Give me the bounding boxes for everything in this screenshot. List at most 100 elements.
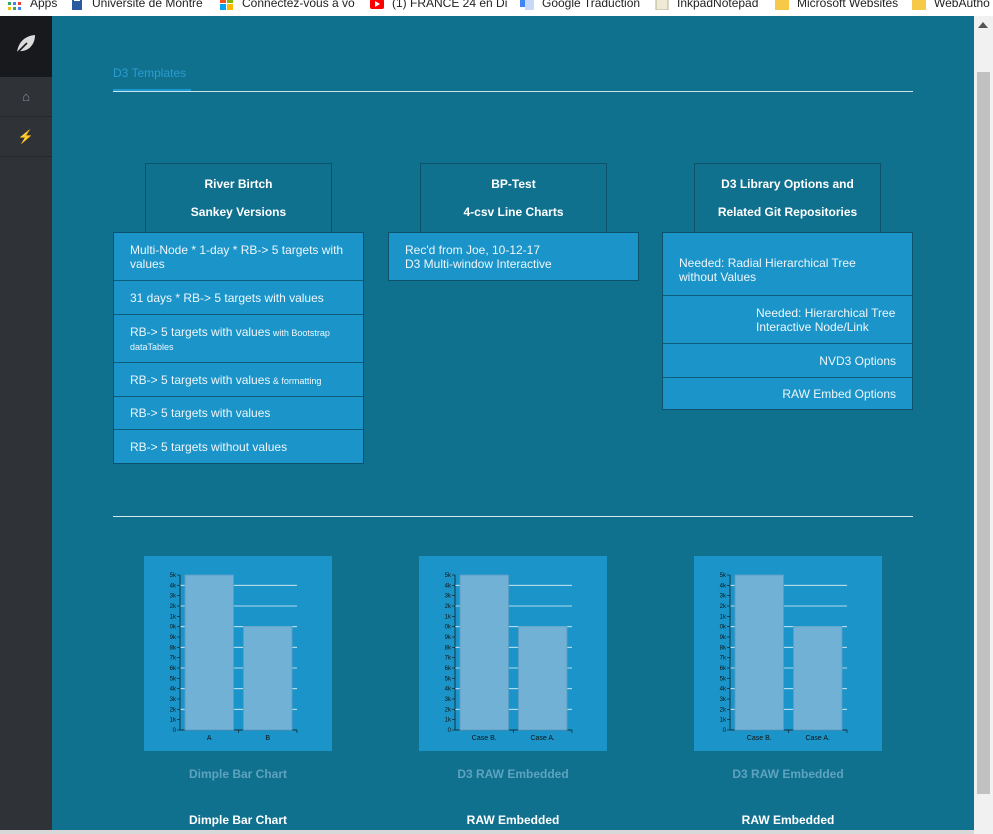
bookmark-france24[interactable]: (1) FRANCE 24 en Di xyxy=(370,0,507,10)
list-item[interactable]: NVD3 Options xyxy=(663,344,912,378)
y-tick-label: 7k xyxy=(445,656,452,662)
bar-chart-svg: 0 1k 2k 3k 4k 5k 6k 7k 8k 9k 0k 1k 2k 3k 4k 5k A B xyxy=(170,573,298,742)
thumbnail-link[interactable]: Dimple Bar Chart xyxy=(144,813,332,827)
list-item[interactable]: RB-> 5 targets with values with Bootstra… xyxy=(114,315,363,363)
dimple-bar-chart-thumbnail[interactable]: 0 1k 2k 3k 4k 5k 6k 7k 8k 9k 0k 1k 2k 3k 4k 5k A B xyxy=(144,556,332,751)
translate-icon xyxy=(520,0,534,10)
y-tick-label: 5k xyxy=(170,573,177,579)
app-logo[interactable] xyxy=(0,16,52,77)
bolt-icon: ⚡ xyxy=(17,128,35,144)
y-tick-label: 8k xyxy=(445,645,452,651)
y-tick-label: 3k xyxy=(445,594,452,600)
item-text: Needed: Hierarchical Tree Interactive No… xyxy=(756,305,896,334)
list-item[interactable]: Multi-Node * 1-day * RB-> 5 targets with… xyxy=(114,233,363,281)
list-item[interactable]: 31 days * RB-> 5 targets with values xyxy=(114,281,363,315)
y-tick-label: 7k xyxy=(720,656,727,662)
bar xyxy=(793,626,843,731)
list-item[interactable]: RB-> 5 targets without values xyxy=(114,430,363,463)
item-text: D3 Multi-window Interactive xyxy=(405,256,552,271)
bar xyxy=(734,574,784,731)
tab-d3-templates[interactable]: D3 Templates xyxy=(113,66,191,92)
y-tick-label: 4k xyxy=(170,687,177,693)
y-tick-label: 2k xyxy=(170,707,177,713)
y-tick-label: 2k xyxy=(720,604,727,610)
app-sidebar: ⌂ ⚡ xyxy=(0,16,52,834)
tab-underline xyxy=(113,91,913,92)
x-tick-label: B xyxy=(265,735,270,742)
y-tick-label: 5k xyxy=(170,676,177,682)
bookmark-label: Université de Montré xyxy=(92,0,203,10)
card-title-line: BP-Test xyxy=(491,177,536,191)
item-text: NVD3 Options xyxy=(819,353,896,368)
item-text: Needed: Radial Hierarchical Tree without… xyxy=(679,256,856,284)
y-tick-label: 5k xyxy=(445,676,452,682)
y-tick-label: 9k xyxy=(170,635,177,641)
item-text: RB-> 5 targets with values & formatting xyxy=(130,373,321,387)
bookmark-label: Microsoft Websites xyxy=(797,0,899,10)
card-bp-test-header: BP-Test 4-csv Line Charts xyxy=(420,163,607,233)
folder-icon xyxy=(912,0,926,10)
bar-chart-svg: 0 1k 2k 3k 4k 5k 6k 7k 8k 9k 0k 1k 2k 3k 4k 5k Case B. Ca… xyxy=(445,573,573,742)
y-tick-label: 1k xyxy=(445,614,452,620)
list-item[interactable]: RAW Embed Options xyxy=(663,378,912,409)
item-text: RB-> 5 targets without values xyxy=(130,439,288,454)
scroll-up-icon[interactable] xyxy=(978,22,988,28)
y-tick-label: 2k xyxy=(170,604,177,610)
list-item[interactable]: Rec'd from Joe, 10-12-17 D3 Multi-window… xyxy=(389,233,638,280)
y-tick-label: 6k xyxy=(720,666,727,672)
bookmark-inkpad[interactable]: InkpadNotepad xyxy=(655,0,758,10)
apps-grid-icon xyxy=(8,0,22,10)
bookmark-label: Connectez-vous à vo xyxy=(242,0,355,10)
y-tick-label: 0k xyxy=(445,625,452,631)
y-tick-label: 4k xyxy=(720,687,727,693)
section-divider xyxy=(113,516,913,517)
y-tick-label: 1k xyxy=(170,614,177,620)
y-tick-label: 5k xyxy=(445,573,452,579)
folder-icon xyxy=(775,0,789,10)
bookmark-apps[interactable]: Apps xyxy=(8,0,57,10)
thumbnail-link[interactable]: RAW Embedded xyxy=(419,813,607,827)
bookmark-connectez[interactable]: Connectez-vous à vo xyxy=(220,0,355,10)
river-birtch-list: Multi-Node * 1-day * RB-> 5 targets with… xyxy=(113,232,364,464)
vertical-scrollbar[interactable] xyxy=(974,16,993,834)
y-tick-label: 1k xyxy=(170,718,177,724)
y-tick-label: 4k xyxy=(445,583,452,589)
y-tick-label: 2k xyxy=(445,707,452,713)
y-tick-label: 8k xyxy=(720,645,727,651)
y-tick-label: 0 xyxy=(173,728,177,734)
y-tick-label: 6k xyxy=(445,666,452,672)
sidebar-item-home[interactable]: ⌂ xyxy=(0,77,52,117)
y-tick-label: 0 xyxy=(723,728,727,734)
raw-embedded-thumbnail[interactable]: 0 1k 2k 3k 4k 5k 6k 7k 8k 9k 0k 1k 2k 3k 4k 5k Case B. Ca… xyxy=(694,556,882,751)
bookmark-universite[interactable]: Université de Montré xyxy=(70,0,203,10)
raw-embedded-thumbnail[interactable]: 0 1k 2k 3k 4k 5k 6k 7k 8k 9k 0k 1k 2k 3k 4k 5k Case B. Ca… xyxy=(419,556,607,751)
card-d3-library-header: D3 Library Options and Related Git Repos… xyxy=(694,163,881,233)
y-tick-label: 7k xyxy=(170,656,177,662)
x-tick-label: A xyxy=(207,735,212,742)
list-item[interactable]: RB-> 5 targets with values & formatting xyxy=(114,363,363,397)
y-tick-label: 5k xyxy=(720,573,727,579)
windows-icon xyxy=(220,0,234,10)
list-item[interactable]: Needed: Radial Hierarchical Tree without… xyxy=(663,233,912,296)
y-tick-label: 0 xyxy=(448,728,452,734)
leaf-icon xyxy=(14,33,38,60)
list-item[interactable]: Needed: Hierarchical Tree Interactive No… xyxy=(663,296,912,344)
bookmark-label: Apps xyxy=(30,0,58,10)
thumbnail-caption: D3 RAW Embedded xyxy=(457,767,569,781)
x-tick-label: Case B. xyxy=(747,735,772,742)
bookmark-microsoft[interactable]: Microsoft Websites xyxy=(775,0,898,10)
bookmark-webautho[interactable]: WebAutho xyxy=(912,0,990,10)
sidebar-item-bolt[interactable]: ⚡ xyxy=(0,117,52,157)
bar xyxy=(184,574,234,731)
item-text: RB-> 5 targets with values xyxy=(130,406,271,420)
page-icon xyxy=(655,0,669,10)
thumbnail-link[interactable]: RAW Embedded xyxy=(694,813,882,827)
card-title-line: 4-csv Line Charts xyxy=(463,205,564,219)
bookmark-google-traduction[interactable]: Google Traduction xyxy=(520,0,640,10)
item-main: RB-> 5 targets with values xyxy=(130,372,271,387)
scrollbar-thumb[interactable] xyxy=(977,72,990,794)
bookmark-label: Google Traduction xyxy=(542,0,641,10)
d3-library-list: Needed: Radial Hierarchical Tree without… xyxy=(662,232,913,410)
list-item[interactable]: RB-> 5 targets with values xyxy=(114,397,363,430)
card-title-line: Sankey Versions xyxy=(190,205,287,219)
